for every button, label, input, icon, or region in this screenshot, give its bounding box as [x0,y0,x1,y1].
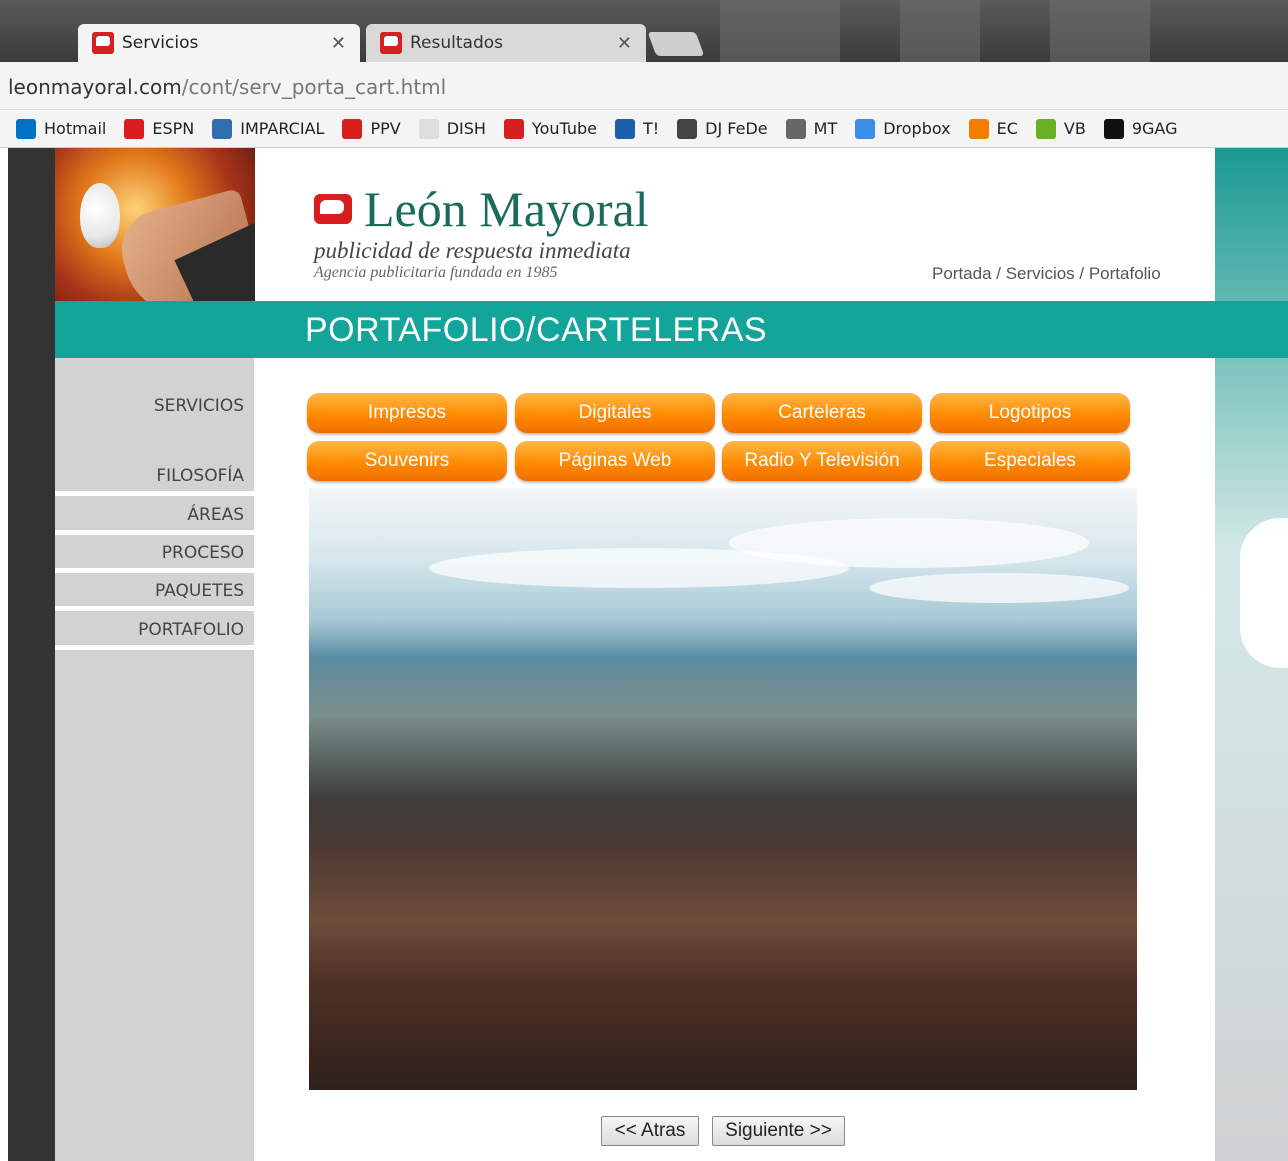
bookmark-label: EC [996,119,1018,138]
mt-icon [785,118,806,139]
sidebar-heading-servicios[interactable]: SERVICIOS [55,396,254,416]
bookmark-imparcial[interactable]: IMPARCIAL [212,118,325,139]
bookmark-label: PPV [370,119,401,138]
background-blur [720,0,840,62]
vb-icon [1035,118,1056,139]
breadcrumb[interactable]: Portada / Servicios / Portafolio [932,264,1161,284]
new-tab-button[interactable] [647,32,705,56]
category-logotipos-button[interactable]: Logotipos [930,393,1130,433]
logo-slogan: publicidad de respuesta inmediata [314,238,631,263]
tab-resultados[interactable]: Resultados ✕ [366,24,646,62]
sidebar-item-portafolio[interactable]: PORTAFOLIO [55,618,254,650]
category-especiales-button[interactable]: Especiales [930,441,1130,481]
t-icon [614,118,635,139]
bookmark-label: Dropbox [883,119,951,138]
leonmayoral-favicon-icon [92,32,114,54]
site-logo[interactable]: León Mayoral publicidad de respuesta inm… [314,184,649,282]
bookmark-label: 9GAG [1131,119,1178,138]
close-icon[interactable]: ✕ [331,33,346,54]
djfede-icon [677,118,698,139]
bookmark-espn[interactable]: ESPN [124,118,195,139]
blogger-icon [968,118,989,139]
sidebar-item-paquetes[interactable]: PAQUETES [55,579,254,611]
bookmark-ppv[interactable]: PPV [342,118,401,139]
dropbox-icon [855,118,876,139]
bookmark-9gag[interactable]: 9GAG [1103,118,1178,139]
imparcial-icon [212,118,233,139]
cloud-shape [429,548,849,588]
bookmark-label: Hotmail [44,119,107,138]
url-text[interactable]: leonmayoral.com/cont/serv_porta_cart.htm… [8,75,446,99]
outlook-icon [16,118,36,139]
left-white-strip [0,148,8,1161]
back-button[interactable]: << Atras [601,1116,699,1146]
close-tab-icon[interactable]: ✕ [42,32,57,53]
category-radio-television-button[interactable]: Radio Y Televisión [722,441,922,481]
bookmark-label: DJ FeDe [705,119,768,138]
logo-speech-bubble-icon [314,194,352,224]
category-souvenirs-button[interactable]: Souvenirs [307,441,507,481]
ppv-icon [342,118,363,139]
browser-tab-strip: ✕ Servicios ✕ Resultados ✕ [0,0,1288,62]
bookmark-t[interactable]: T! [614,118,660,139]
sidebar-item-proceso[interactable]: PROCESO [55,541,254,573]
address-bar[interactable]: leonmayoral.com/cont/serv_porta_cart.htm… [0,62,1288,110]
espn-icon [124,118,145,139]
section-banner: PORTAFOLIO/CARTELERAS [55,301,1288,358]
sidebar-item-filosofia[interactable]: FILOSOFÍA [55,464,254,496]
bookmark-youtube[interactable]: YouTube [503,118,597,139]
bookmark-label: YouTube [531,119,597,138]
bookmark-dish[interactable]: DISH [418,118,486,139]
url-host: leonmayoral.com [8,75,182,99]
category-carteleras-button[interactable]: Carteleras [722,393,922,433]
lightbulb-icon [80,183,120,248]
page-icon [418,118,439,139]
portfolio-landscape-image [309,488,1137,1090]
header-bulb-image [55,148,255,301]
tab-label: Resultados [410,33,503,53]
bookmark-dj-fede[interactable]: DJ FeDe [677,118,768,139]
left-dark-border [0,148,55,1161]
bulb-decoration-icon [1240,518,1288,668]
logo-title: León Mayoral [364,181,649,237]
bookmark-label: IMPARCIAL [240,119,325,138]
bookmark-ec[interactable]: EC [968,118,1018,139]
bookmark-label: MT [813,119,838,138]
bookmark-vb[interactable]: VB [1035,118,1086,139]
category-digitales-button[interactable]: Digitales [515,393,715,433]
bookmark-label: VB [1063,119,1086,138]
category-paginas-web-button[interactable]: Páginas Web [515,441,715,481]
tab-servicios[interactable]: Servicios ✕ [78,24,360,62]
bookmark-label: DISH [446,119,486,138]
youtube-icon [503,118,524,139]
category-impresos-button[interactable]: Impresos [307,393,507,433]
background-blur [1050,0,1150,62]
9gag-icon [1103,118,1124,139]
bookmark-hotmail[interactable]: Hotmail [16,118,107,139]
bookmark-mt[interactable]: MT [785,118,838,139]
cloud-shape [869,573,1129,603]
sidebar: SERVICIOS FILOSOFÍA ÁREAS PROCESO PAQUET… [55,358,254,1161]
bookmark-label: ESPN [152,119,195,138]
tab-label: Servicios [122,33,199,53]
url-path: /cont/serv_porta_cart.html [181,75,447,99]
next-button[interactable]: Siguiente >> [712,1116,845,1146]
close-icon[interactable]: ✕ [617,33,632,54]
sidebar-item-areas[interactable]: ÁREAS [55,503,254,535]
bookmarks-bar: Hotmail ESPN IMPARCIAL PPV DISH YouTube T! DJ F… [0,110,1288,148]
page-title: PORTAFOLIO/CARTELERAS [305,311,768,349]
bookmark-dropbox[interactable]: Dropbox [855,118,951,139]
leonmayoral-favicon-icon [380,32,402,54]
web-page: León Mayoral publicidad de respuesta inm… [0,148,1288,1161]
bookmark-label: T! [642,119,660,138]
logo-founded: Agencia publicitaria fundada en 1985 [314,264,558,281]
background-blur [900,0,980,62]
